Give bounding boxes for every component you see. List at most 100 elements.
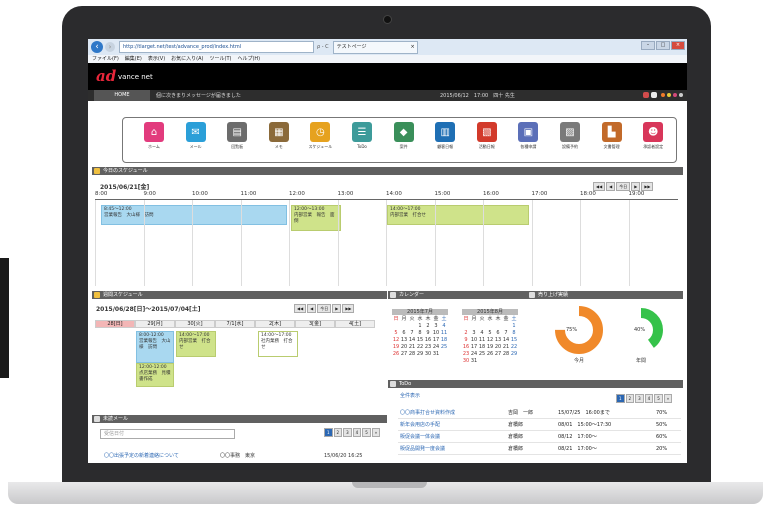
calendar-day[interactable]: 9 bbox=[424, 330, 432, 336]
page-link[interactable]: 1 bbox=[324, 428, 333, 437]
weekday[interactable]: 28[日] bbox=[95, 320, 135, 328]
browser-tab[interactable]: テストページ × bbox=[332, 40, 418, 54]
calendar-day[interactable]: 26 bbox=[486, 351, 494, 357]
calendar-day[interactable]: 10 bbox=[432, 330, 440, 336]
page-link[interactable]: 3 bbox=[635, 394, 644, 403]
menu-favorites[interactable]: お気に入り(A) bbox=[171, 55, 203, 63]
weekly-event[interactable]: 12:00-12:00 点店業務 見積書作成 bbox=[136, 363, 174, 387]
back-icon[interactable]: ‹ bbox=[91, 41, 103, 53]
app-application-button[interactable]: ▣ 各種申請 bbox=[511, 122, 545, 150]
calendar-day[interactable]: 27 bbox=[494, 351, 502, 357]
calendar-day[interactable]: 11 bbox=[478, 337, 486, 343]
calendar-day[interactable]: 7 bbox=[502, 330, 510, 336]
theme-gray-icon[interactable] bbox=[679, 93, 683, 97]
calendar-day[interactable]: 1 bbox=[416, 323, 424, 329]
calendar-day[interactable]: 25 bbox=[478, 351, 486, 357]
menu-view[interactable]: 表示(V) bbox=[148, 55, 165, 63]
calendar-day[interactable]: 29 bbox=[416, 351, 424, 357]
todo-title[interactable]: 新年会用店の手配 bbox=[400, 421, 440, 430]
calendar-day[interactable]: 8 bbox=[510, 330, 518, 336]
calendar-day[interactable]: 18 bbox=[440, 337, 448, 343]
theme-yellow-icon[interactable] bbox=[667, 93, 671, 97]
calendar-day[interactable]: 30 bbox=[462, 358, 470, 364]
calendar-day[interactable]: 4 bbox=[440, 323, 448, 329]
calendar-day[interactable]: 24 bbox=[432, 344, 440, 350]
page-link[interactable]: 4 bbox=[644, 394, 654, 403]
calendar-day[interactable]: 2 bbox=[462, 330, 470, 336]
home-button[interactable]: HOME bbox=[94, 90, 150, 101]
address-tools[interactable]: ρ - C bbox=[317, 44, 329, 50]
calendar-day[interactable]: 23 bbox=[424, 344, 432, 350]
received-date-input[interactable]: 受信日付 bbox=[100, 429, 235, 439]
forward-icon[interactable]: › bbox=[105, 42, 115, 52]
page-link[interactable]: 5 bbox=[654, 394, 663, 403]
calendar-day[interactable]: 22 bbox=[510, 344, 518, 350]
calendar-day[interactable]: 17 bbox=[470, 344, 478, 350]
app-document-button[interactable]: ▙ 文書管理 bbox=[595, 122, 629, 150]
page-link[interactable]: 2 bbox=[333, 428, 343, 437]
logo[interactable]: ad bbox=[96, 67, 116, 85]
weekly-event[interactable]: 8:00-12:00 営業報告 大山様 訪問 bbox=[136, 331, 174, 363]
app-users-button[interactable]: ☻ 承認者設定 bbox=[636, 122, 670, 150]
calendar-day[interactable]: 15 bbox=[416, 337, 424, 343]
pager-prev[interactable]: ◀ bbox=[307, 304, 317, 313]
pager-last[interactable]: ▶▶ bbox=[342, 304, 355, 313]
menu-file[interactable]: ファイル(F) bbox=[92, 55, 119, 63]
pager-next[interactable]: ▶ bbox=[631, 182, 641, 191]
todo-title[interactable]: 〇〇商事打合せ資料作成 bbox=[400, 409, 455, 418]
weekly-event[interactable]: 14:00〜17:00 内部営業 打合せ bbox=[176, 331, 216, 357]
todo-row[interactable]: 新年会用店の手配 倉橋郎 08/01 15:00〜17:30 50% bbox=[398, 421, 681, 431]
calendar-day[interactable]: 16 bbox=[462, 344, 470, 350]
app-handshake-button[interactable]: ◆ 案件 bbox=[387, 122, 421, 150]
pager-next[interactable]: ▶ bbox=[332, 304, 342, 313]
pager-prev[interactable]: ◀ bbox=[606, 182, 616, 191]
pager-last[interactable]: ▶▶ bbox=[641, 182, 654, 191]
weekday[interactable]: 30[火] bbox=[175, 320, 215, 328]
calendar-day[interactable]: 12 bbox=[392, 337, 400, 343]
page-link[interactable]: 4 bbox=[352, 428, 362, 437]
calendar-day[interactable]: 3 bbox=[470, 330, 478, 336]
calendar-day[interactable]: 3 bbox=[432, 323, 440, 329]
app-report-button[interactable]: ▥ 顧客日報 bbox=[428, 122, 462, 150]
notification-message[interactable]: 個に次きまりメッセージが届きました bbox=[156, 92, 241, 99]
calendar-day[interactable]: 25 bbox=[440, 344, 448, 350]
calendar-day[interactable]: 20 bbox=[400, 344, 408, 350]
calendar-day[interactable]: 31 bbox=[432, 351, 440, 357]
settings-icon[interactable] bbox=[651, 92, 657, 98]
pager-today[interactable]: 今日 bbox=[616, 182, 631, 191]
pager-today[interactable]: 今日 bbox=[317, 304, 332, 313]
theme-pink-icon[interactable] bbox=[673, 93, 677, 97]
tab-close-icon[interactable]: × bbox=[410, 42, 414, 53]
calendar-day[interactable]: 28 bbox=[502, 351, 510, 357]
calendar-day[interactable]: 6 bbox=[400, 330, 408, 336]
calendar-day[interactable]: 5 bbox=[392, 330, 400, 336]
todo-row[interactable]: 販促品開発一度会議 倉橋郎 08/21 17:00〜 20% bbox=[398, 445, 681, 455]
calendar-day[interactable]: 22 bbox=[416, 344, 424, 350]
calendar-day[interactable]: 19 bbox=[486, 344, 494, 350]
page-link[interactable]: 1 bbox=[616, 394, 625, 403]
page-link[interactable]: 2 bbox=[625, 394, 635, 403]
menu-edit[interactable]: 編集(E) bbox=[125, 55, 142, 63]
calendar-day[interactable]: 23 bbox=[462, 351, 470, 357]
address-bar[interactable]: http://tlarget.net/test/advance_prod/ind… bbox=[119, 41, 314, 53]
app-home-button[interactable]: ⌂ ホーム bbox=[137, 122, 171, 150]
calendar-day[interactable]: 20 bbox=[494, 344, 502, 350]
pager-first[interactable]: ◀◀ bbox=[294, 304, 307, 313]
close-button[interactable]: × bbox=[671, 41, 685, 50]
calendar-day[interactable]: 5 bbox=[486, 330, 494, 336]
theme-orange-icon[interactable] bbox=[661, 93, 665, 97]
calendar-day[interactable]: 26 bbox=[392, 351, 400, 357]
today-event[interactable]: 8:45〜12:00 営業報告 大山様 訪問 bbox=[101, 205, 287, 225]
app-memo-button[interactable]: ▦ メモ bbox=[262, 122, 296, 150]
calendar-day[interactable]: 13 bbox=[400, 337, 408, 343]
weekday[interactable]: 2[木] bbox=[255, 320, 295, 328]
calendar-day[interactable]: 27 bbox=[400, 351, 408, 357]
calendar-day[interactable]: 11 bbox=[440, 330, 448, 336]
weekday[interactable]: 3[金] bbox=[295, 320, 335, 328]
minimize-button[interactable]: – bbox=[641, 41, 655, 50]
calendar-day[interactable]: 18 bbox=[478, 344, 486, 350]
mail-subject[interactable]: 〇〇出張予定の新着連絡について bbox=[104, 451, 179, 461]
calendar-day[interactable]: 9 bbox=[462, 337, 470, 343]
app-mail-button[interactable]: ✉ メール bbox=[179, 122, 213, 150]
calendar-day[interactable]: 19 bbox=[392, 344, 400, 350]
